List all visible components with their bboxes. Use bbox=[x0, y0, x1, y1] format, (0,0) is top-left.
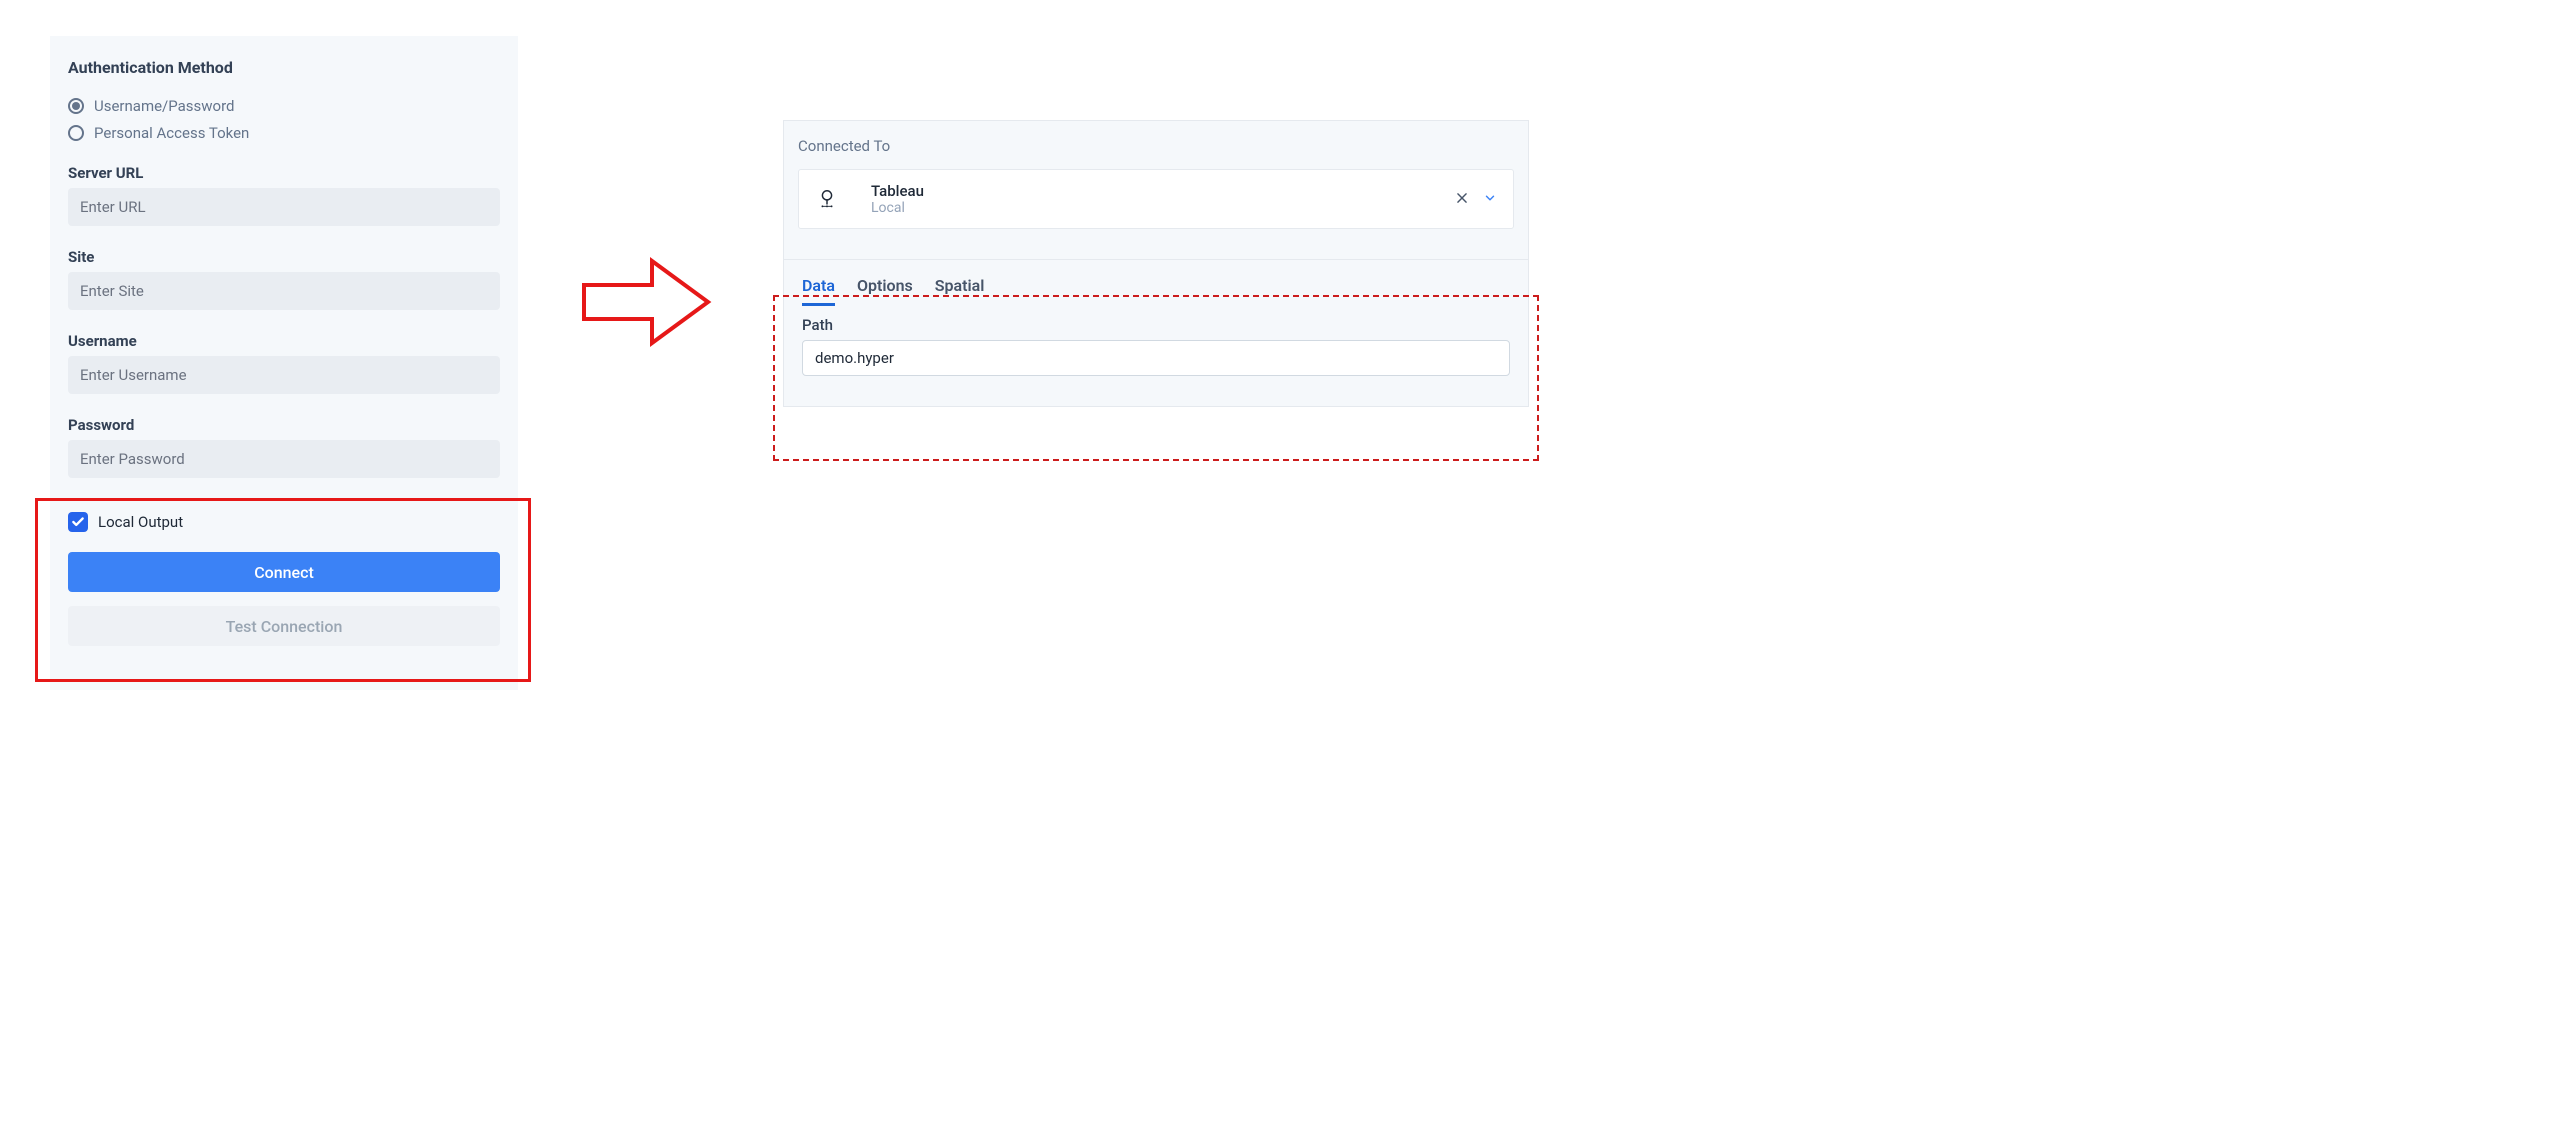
username-label: Username bbox=[68, 332, 500, 350]
radio-pat[interactable]: Personal Access Token bbox=[68, 124, 500, 142]
chevron-down-icon[interactable] bbox=[1483, 190, 1497, 209]
auth-method-title: Authentication Method bbox=[68, 58, 500, 77]
connection-text: Tableau Local bbox=[871, 182, 1455, 216]
path-input[interactable] bbox=[802, 340, 1510, 376]
username-input[interactable] bbox=[68, 356, 500, 394]
tab-spatial[interactable]: Spatial bbox=[935, 276, 985, 306]
datasource-icon bbox=[815, 187, 839, 211]
local-output-label: Local Output bbox=[98, 513, 183, 531]
connection-actions bbox=[1455, 190, 1497, 209]
close-icon[interactable] bbox=[1455, 190, 1469, 209]
radio-label: Username/Password bbox=[94, 97, 235, 115]
path-label: Path bbox=[802, 316, 1510, 334]
connected-to-label: Connected To bbox=[798, 137, 1514, 155]
connection-panel: Connected To Tableau Local bbox=[783, 120, 1529, 407]
site-input[interactable] bbox=[68, 272, 500, 310]
tab-options[interactable]: Options bbox=[857, 276, 913, 306]
radio-label: Personal Access Token bbox=[94, 124, 249, 142]
test-connection-button[interactable]: Test Connection bbox=[68, 606, 500, 646]
server-url-input[interactable] bbox=[68, 188, 500, 226]
connection-subtitle: Local bbox=[871, 200, 1455, 216]
radio-username-password[interactable]: Username/Password bbox=[68, 97, 500, 115]
tab-data[interactable]: Data bbox=[802, 276, 835, 306]
local-output-checkbox-row[interactable]: Local Output bbox=[68, 512, 500, 532]
connect-button[interactable]: Connect bbox=[68, 552, 500, 592]
tabs: Data Options Spatial bbox=[798, 276, 1514, 306]
password-input[interactable] bbox=[68, 440, 500, 478]
arrow-right-icon bbox=[582, 255, 712, 349]
divider bbox=[784, 259, 1528, 260]
auth-form-panel: Authentication Method Username/Password … bbox=[50, 36, 518, 690]
password-label: Password bbox=[68, 416, 500, 434]
connection-title: Tableau bbox=[871, 182, 1455, 200]
radio-icon bbox=[68, 98, 84, 114]
checkbox-checked-icon bbox=[68, 512, 88, 532]
radio-icon bbox=[68, 125, 84, 141]
site-label: Site bbox=[68, 248, 500, 266]
connection-card: Tableau Local bbox=[798, 169, 1514, 229]
server-url-label: Server URL bbox=[68, 164, 500, 182]
